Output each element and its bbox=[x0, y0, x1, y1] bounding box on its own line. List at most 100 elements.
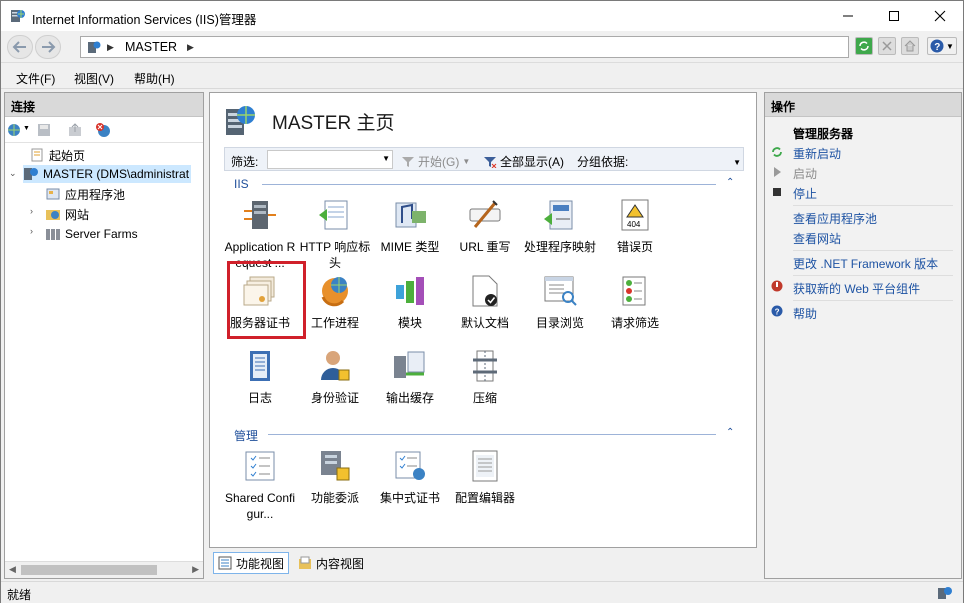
chevron-down-icon[interactable]: ▼ bbox=[23, 125, 30, 132]
action-get-web-platform[interactable]: 获取新的 Web 平台组件 bbox=[793, 280, 920, 297]
home-icon[interactable] bbox=[901, 37, 919, 55]
tree-node-server-farms[interactable]: Server Farms bbox=[45, 225, 138, 243]
feature-request-filtering[interactable]: 请求筛选 bbox=[599, 273, 671, 331]
logging-icon bbox=[250, 351, 270, 381]
forward-button[interactable] bbox=[35, 35, 61, 59]
back-arrow-icon bbox=[12, 41, 26, 53]
close-button[interactable] bbox=[917, 1, 963, 31]
menu-help[interactable]: 帮助(H) bbox=[134, 70, 175, 87]
feature-default-document[interactable]: 默认文档 bbox=[449, 273, 521, 331]
action-stop[interactable]: 停止 bbox=[793, 185, 817, 202]
help-dropdown-button[interactable]: ? ▼ bbox=[927, 37, 957, 55]
expand-chevron-icon[interactable]: › bbox=[30, 206, 33, 216]
help-icon: ? bbox=[771, 305, 783, 317]
expand-chevron-icon[interactable]: › bbox=[30, 226, 33, 236]
breadcrumb-separator-icon[interactable]: ▶ bbox=[187, 42, 194, 53]
maximize-button[interactable] bbox=[871, 1, 917, 31]
authentication-icon bbox=[321, 351, 350, 381]
tree-node-app-pools[interactable]: 应用程序池 bbox=[45, 185, 125, 203]
minimize-button[interactable] bbox=[825, 1, 871, 31]
forward-arrow-icon bbox=[42, 41, 56, 53]
feature-centralized-certificates[interactable]: 集中式证书 bbox=[374, 448, 446, 506]
feature-worker-processes[interactable]: 工作进程 bbox=[299, 273, 371, 331]
show-all-button[interactable]: 全部显示(A) bbox=[483, 153, 564, 170]
mime-types-icon bbox=[395, 202, 426, 228]
group-by-button[interactable]: 分组依据: bbox=[577, 153, 628, 170]
up-level-icon[interactable] bbox=[67, 122, 83, 138]
stop-icon[interactable] bbox=[878, 37, 896, 55]
action-restart[interactable]: 重新启动 bbox=[793, 145, 841, 162]
menu-bar: 文件(F) 视图(V) 帮助(H) bbox=[1, 64, 963, 89]
feature-modules[interactable]: 模块 bbox=[374, 273, 446, 331]
action-start[interactable]: 启动 bbox=[793, 165, 817, 182]
feature-shared-configuration[interactable]: Shared Configur... bbox=[224, 448, 296, 522]
breadcrumb-separator-icon[interactable]: ▶ bbox=[107, 42, 114, 53]
connections-header: 连接 bbox=[5, 93, 203, 117]
feature-logging[interactable]: 日志 bbox=[224, 348, 296, 406]
window-title: Internet Information Services (IIS)管理器 bbox=[32, 13, 257, 27]
feature-directory-browsing[interactable]: 目录浏览 bbox=[524, 273, 596, 331]
feature-http-response-headers[interactable]: HTTP 响应标头 bbox=[299, 197, 371, 271]
scroll-left-icon[interactable]: ◀ bbox=[9, 564, 16, 575]
scrollbar-thumb[interactable] bbox=[21, 565, 157, 575]
svg-text:?: ? bbox=[775, 308, 780, 317]
filter-input[interactable]: ▼ bbox=[267, 150, 393, 169]
feature-output-caching[interactable]: 输出缓存 bbox=[374, 348, 446, 406]
back-button[interactable] bbox=[7, 35, 33, 59]
feature-configuration-editor[interactable]: 配置编辑器 bbox=[449, 448, 521, 506]
network-status-icon bbox=[938, 587, 952, 599]
centralized-certificates-icon bbox=[395, 451, 425, 480]
action-help[interactable]: 帮助 bbox=[793, 305, 817, 322]
collapse-chevron-icon[interactable]: ⌄ bbox=[9, 168, 17, 179]
modules-icon bbox=[396, 277, 424, 305]
http-headers-icon bbox=[319, 200, 348, 230]
tree-node-master[interactable]: MASTER (DMS\administrat bbox=[23, 165, 192, 183]
tab-content-view[interactable]: 内容视图 bbox=[293, 552, 369, 574]
collapse-section-icon[interactable]: ⌃ bbox=[726, 177, 734, 188]
features-view-icon bbox=[218, 556, 232, 570]
save-icon[interactable] bbox=[36, 122, 52, 138]
tree-label: 应用程序池 bbox=[65, 187, 126, 202]
shared-configuration-icon bbox=[245, 451, 275, 481]
worker-processes-icon bbox=[321, 277, 348, 307]
tree-node-sites[interactable]: 网站 bbox=[45, 205, 89, 223]
chevron-down-icon[interactable]: ▼ bbox=[382, 154, 390, 163]
feature-url-rewrite[interactable]: URL 重写 bbox=[449, 197, 521, 255]
stop-icon bbox=[773, 188, 781, 196]
action-view-sites[interactable]: 查看网站 bbox=[793, 230, 841, 247]
scroll-right-icon[interactable]: ▶ bbox=[192, 564, 199, 575]
connections-pane: 连接 ▼ 起始页 ⌄ MASTER (DMS\administrat 应用程序池… bbox=[4, 92, 204, 579]
action-view-app-pools[interactable]: 查看应用程序池 bbox=[793, 210, 877, 227]
feature-handler-mappings[interactable]: 处理程序映射 bbox=[524, 197, 596, 255]
connect-globe-icon[interactable] bbox=[7, 122, 23, 138]
svg-text:?: ? bbox=[934, 42, 940, 53]
tab-features-view[interactable]: 功能视图 bbox=[213, 552, 290, 574]
horizontal-scrollbar[interactable]: ◀ ▶ bbox=[5, 561, 203, 578]
disconnect-icon[interactable] bbox=[95, 122, 111, 138]
iis-manager-window: Internet Information Services (IIS)管理器 ▶… bbox=[0, 0, 964, 603]
feature-mime-types[interactable]: MIME 类型 bbox=[374, 197, 446, 255]
refresh-icon[interactable] bbox=[855, 37, 873, 55]
filter-bar: 筛选: ▼ 开始(G) ▼ 全部显示(A) 分组依据: ▼ bbox=[224, 147, 744, 171]
menu-view[interactable]: 视图(V) bbox=[74, 70, 114, 87]
chevron-down-icon[interactable]: ▼ bbox=[733, 158, 741, 167]
svg-text:404: 404 bbox=[627, 220, 641, 229]
feature-application-request-routing[interactable]: Application Request ... bbox=[224, 197, 296, 271]
collapse-section-icon[interactable]: ⌃ bbox=[726, 427, 734, 438]
compression-icon bbox=[473, 350, 497, 382]
menu-file[interactable]: 文件(F) bbox=[16, 70, 55, 87]
feature-authentication[interactable]: 身份验证 bbox=[299, 348, 371, 406]
start-filter-button[interactable]: 开始(G) ▼ bbox=[401, 153, 470, 170]
breadcrumb-master[interactable]: MASTER bbox=[125, 40, 177, 54]
address-field[interactable]: ▶ MASTER ▶ bbox=[80, 36, 849, 58]
feature-compression[interactable]: 压缩 bbox=[449, 348, 521, 406]
feature-delegation[interactable]: 功能委派 bbox=[299, 448, 371, 506]
action-change-net-framework[interactable]: 更改 .NET Framework 版本 bbox=[793, 255, 938, 272]
feature-error-pages[interactable]: 404 错误页 bbox=[599, 197, 671, 255]
chevron-down-icon: ▼ bbox=[946, 41, 954, 51]
tree-node-start-page[interactable]: 起始页 bbox=[29, 146, 85, 164]
configuration-editor-icon bbox=[472, 450, 498, 482]
status-bar: 就绪 bbox=[1, 581, 963, 603]
section-title-iis: IIS bbox=[234, 177, 249, 191]
server-icon bbox=[24, 168, 38, 180]
